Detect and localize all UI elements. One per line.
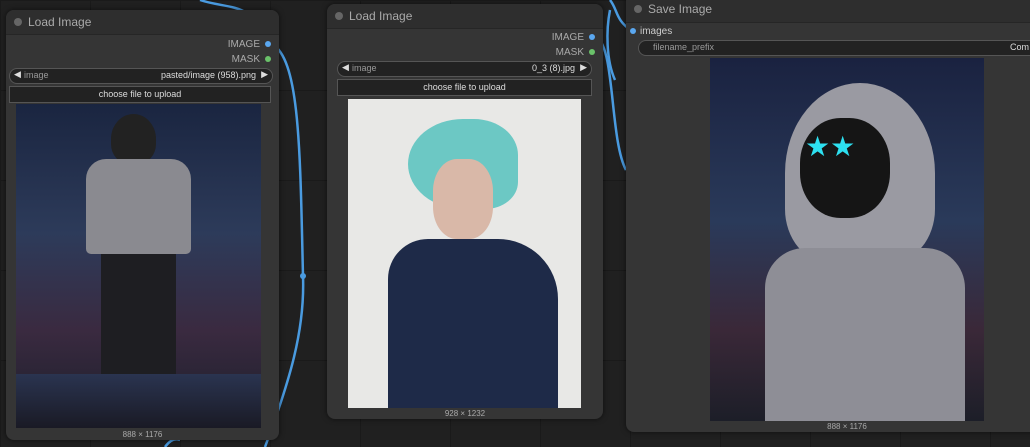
collapse-dot-icon[interactable] bbox=[14, 18, 22, 26]
load-image-node-2[interactable]: Load Image IMAGE MASK ◀ image 0_3 (8).jpg ▶… bbox=[327, 4, 603, 419]
node-title-bar[interactable]: Load Image bbox=[6, 10, 279, 35]
arrow-left-icon[interactable]: ◀ bbox=[14, 69, 21, 80]
node-title: Load Image bbox=[28, 15, 92, 29]
image-size: 888 × 1176 bbox=[827, 422, 867, 431]
image-combo[interactable]: ◀ image 0_3 (8).jpg ▶ bbox=[337, 61, 592, 77]
output-mask[interactable]: MASK bbox=[556, 47, 595, 58]
image-preview bbox=[16, 104, 261, 428]
output-image[interactable]: IMAGE bbox=[552, 32, 595, 43]
image-port-icon bbox=[589, 34, 595, 41]
image-preview: ★★ bbox=[710, 58, 984, 421]
collapse-dot-icon[interactable] bbox=[634, 5, 642, 13]
arrow-left-icon[interactable]: ◀ bbox=[342, 62, 349, 73]
image-size: 888 × 1176 bbox=[122, 430, 163, 439]
mask-port-icon bbox=[265, 56, 271, 63]
image-port-icon bbox=[630, 28, 636, 34]
filename-prefix-field[interactable]: filename_prefix Com bbox=[638, 40, 1030, 56]
image-port-icon bbox=[265, 41, 271, 48]
mask-port-icon bbox=[589, 49, 595, 56]
image-preview bbox=[348, 99, 581, 408]
node-title-bar[interactable]: Save Image bbox=[626, 0, 1030, 23]
node-title: Save Image bbox=[648, 2, 713, 16]
image-size: 928 × 1232 bbox=[444, 409, 486, 418]
node-title: Load Image bbox=[349, 9, 413, 23]
upload-button[interactable]: choose file to upload bbox=[337, 79, 592, 96]
load-image-node-1[interactable]: Load Image IMAGE MASK ◀ image pasted/image… bbox=[6, 10, 279, 440]
output-mask[interactable]: MASK bbox=[232, 54, 271, 65]
node-title-bar[interactable]: Load Image bbox=[327, 4, 603, 29]
upload-button[interactable]: choose file to upload bbox=[9, 86, 271, 103]
output-image[interactable]: IMAGE bbox=[228, 39, 271, 50]
arrow-right-icon[interactable]: ▶ bbox=[261, 69, 268, 80]
image-combo[interactable]: ◀ image pasted/image (958).png ▶ bbox=[9, 68, 273, 84]
collapse-dot-icon[interactable] bbox=[335, 12, 343, 20]
save-image-node[interactable]: Save Image images filename_prefix Com ★★ … bbox=[626, 0, 1030, 432]
input-images[interactable]: images bbox=[630, 26, 672, 37]
arrow-right-icon[interactable]: ▶ bbox=[580, 62, 587, 73]
